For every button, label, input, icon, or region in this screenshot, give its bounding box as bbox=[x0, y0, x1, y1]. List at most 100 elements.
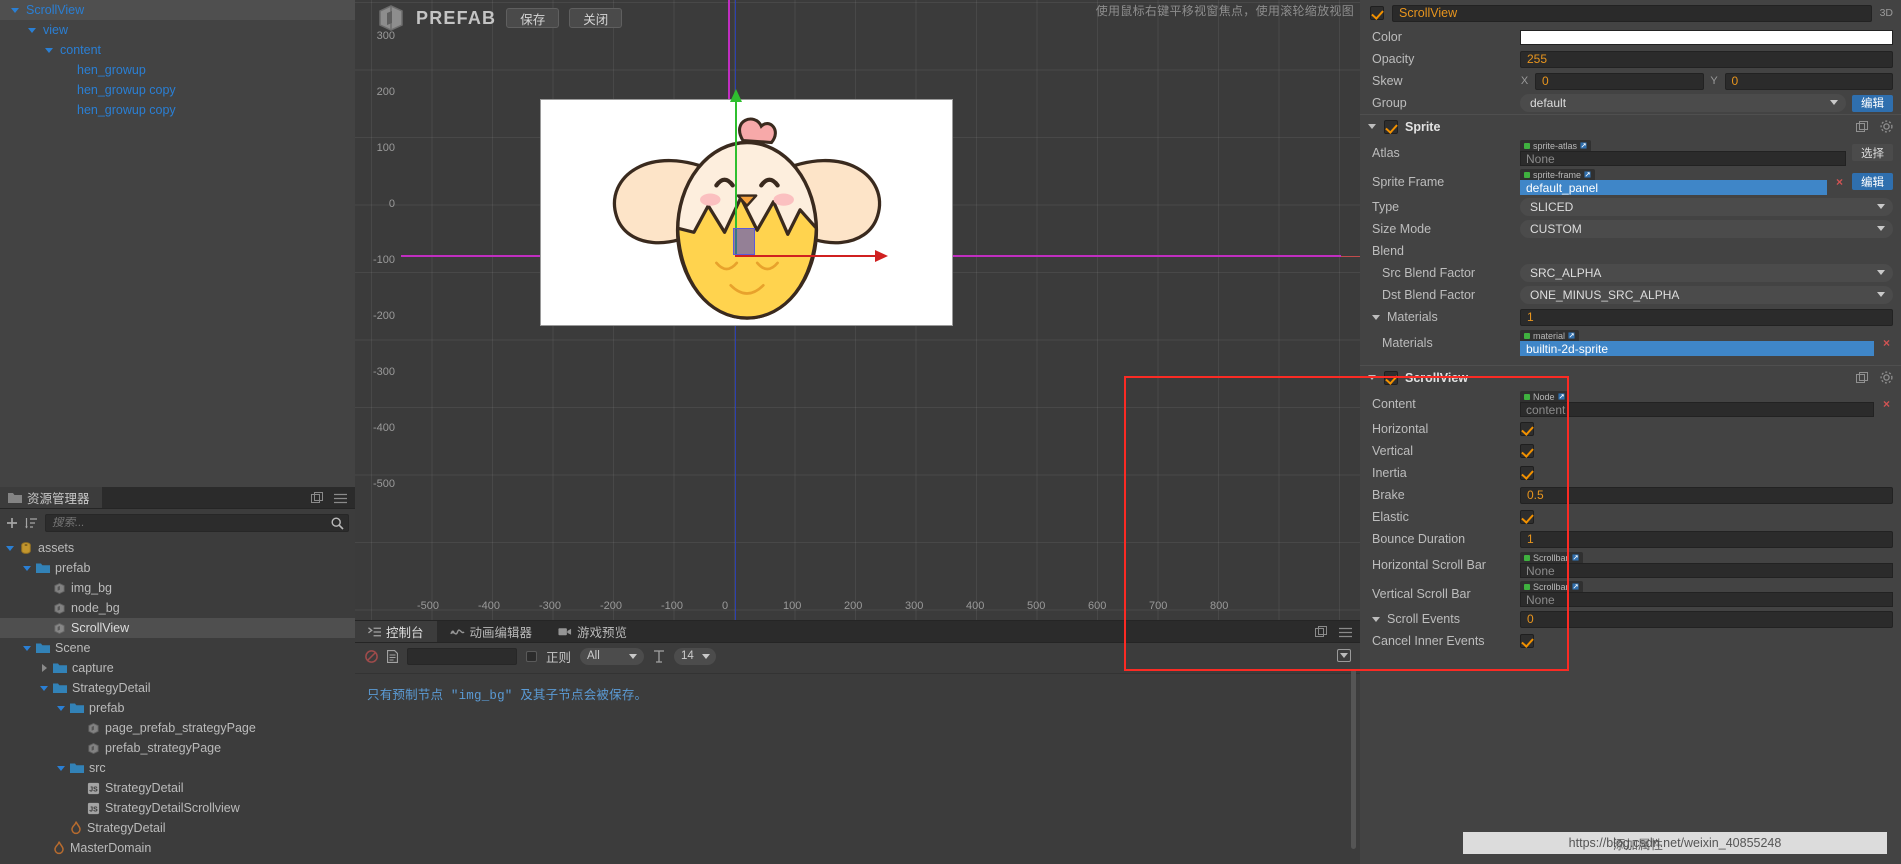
gizmo-x-arrow[interactable] bbox=[735, 250, 888, 262]
number-field[interactable]: 1 bbox=[1520, 530, 1893, 548]
number-field[interactable]: 0 bbox=[1520, 610, 1893, 628]
materials-asset-chip[interactable]: material builtin-2d-sprite bbox=[1520, 330, 1874, 356]
y-number-field[interactable]: 0 bbox=[1724, 72, 1893, 90]
menu-icon[interactable] bbox=[334, 493, 347, 504]
dropdown-select[interactable]: CUSTOM bbox=[1520, 220, 1893, 238]
asset-chip-value-field[interactable]: None bbox=[1520, 151, 1846, 166]
console-filter-input[interactable] bbox=[407, 647, 517, 665]
gear-icon[interactable] bbox=[1880, 371, 1893, 384]
asset-tree-item[interactable]: JS StrategyDetailScrollview bbox=[0, 798, 355, 818]
sort-icon[interactable] bbox=[25, 517, 38, 529]
node-enabled-checkbox[interactable] bbox=[1370, 6, 1384, 20]
asset-action-button[interactable]: 编辑 bbox=[1852, 173, 1893, 190]
asset-tree-item[interactable]: StrategyDetail bbox=[0, 818, 355, 838]
chevron-down-icon[interactable] bbox=[44, 45, 55, 56]
dropdown-select[interactable]: SRC_ALPHA bbox=[1520, 264, 1893, 282]
asset-chip-value-field[interactable]: None bbox=[1520, 592, 1893, 607]
asset-tree-item[interactable]: prefab bbox=[0, 698, 355, 718]
console-collapse-button[interactable] bbox=[1337, 649, 1351, 662]
asset-tree-item[interactable]: src bbox=[0, 758, 355, 778]
chevron-down-icon[interactable] bbox=[1372, 615, 1381, 624]
external-link-icon[interactable] bbox=[1584, 170, 1591, 180]
asset-tree-item[interactable]: page_prefab_strategyPage bbox=[0, 718, 355, 738]
x-number-field[interactable]: 0 bbox=[1535, 72, 1704, 90]
number-field[interactable]: 255 bbox=[1520, 50, 1893, 68]
external-link-icon[interactable] bbox=[1571, 553, 1579, 563]
chevron-down-icon[interactable] bbox=[1372, 313, 1381, 322]
asset-tree-item[interactable]: prefab bbox=[0, 558, 355, 578]
asset-chip-value-field[interactable]: default_panel bbox=[1520, 180, 1827, 195]
asset-chip[interactable]: Scrollbar None bbox=[1520, 581, 1893, 607]
copy-icon[interactable] bbox=[1856, 120, 1868, 133]
popout-icon[interactable] bbox=[1315, 626, 1327, 638]
gizmo-xy-plane[interactable] bbox=[733, 228, 755, 255]
property-checkbox[interactable] bbox=[1520, 510, 1534, 524]
asset-search-input[interactable] bbox=[46, 516, 348, 529]
font-size-dropdown[interactable]: 14 bbox=[674, 647, 717, 665]
close-prefab-button[interactable]: 关闭 bbox=[569, 8, 623, 28]
clear-asset-button[interactable]: × bbox=[1833, 175, 1846, 189]
asset-chip-value-field[interactable]: content bbox=[1520, 402, 1874, 417]
scene-view[interactable]: 300 200 100 0 -100 -200 -300 -400 -500 -500 -400-… bbox=[355, 0, 1360, 620]
console-tab[interactable]: 游戏预览 bbox=[545, 621, 640, 642]
sprite-section-header[interactable]: Sprite bbox=[1360, 114, 1901, 138]
clear-console-icon[interactable] bbox=[365, 649, 378, 663]
chevron-down-icon[interactable] bbox=[1368, 373, 1377, 382]
number-field[interactable]: 0.5 bbox=[1520, 486, 1893, 504]
node-tree-item[interactable]: hen_growup copy bbox=[0, 80, 355, 100]
console-scrollbar[interactable] bbox=[1351, 669, 1356, 849]
asset-chip-value-field[interactable]: None bbox=[1520, 563, 1893, 578]
asset-tree-item[interactable]: PageAndScroll bbox=[0, 858, 355, 860]
asset-chip[interactable]: sprite-frame default_panel bbox=[1520, 169, 1827, 195]
external-link-icon[interactable] bbox=[1571, 582, 1579, 592]
popout-icon[interactable] bbox=[311, 492, 323, 504]
node-name-field[interactable]: ScrollView bbox=[1392, 4, 1872, 22]
asset-tree-item[interactable]: MasterDomain bbox=[0, 838, 355, 858]
external-link-icon[interactable] bbox=[1568, 331, 1575, 341]
asset-tree-item[interactable]: assets bbox=[0, 538, 355, 558]
property-checkbox[interactable] bbox=[1520, 422, 1534, 436]
chevron-down-icon[interactable] bbox=[56, 703, 67, 714]
console-tab[interactable]: 动画编辑器 bbox=[437, 621, 546, 642]
chevron-down-icon[interactable] bbox=[10, 5, 21, 16]
chevron-down-icon[interactable] bbox=[39, 683, 50, 694]
menu-icon[interactable] bbox=[1339, 627, 1352, 638]
asset-chip[interactable]: Node content bbox=[1520, 391, 1874, 417]
asset-tree-item[interactable]: node_bg bbox=[0, 598, 355, 618]
clear-materials-button[interactable]: × bbox=[1880, 336, 1893, 350]
scrollview-section-header[interactable]: ScrollView bbox=[1360, 365, 1901, 389]
asset-tree-item[interactable]: ScrollView bbox=[0, 618, 355, 638]
clear-asset-button[interactable]: × bbox=[1880, 397, 1893, 411]
console-tab[interactable]: 控制台 bbox=[355, 621, 437, 642]
property-checkbox[interactable] bbox=[1520, 634, 1534, 648]
scrollview-enabled-checkbox[interactable] bbox=[1384, 370, 1398, 385]
asset-tree-item[interactable]: img_bg bbox=[0, 578, 355, 598]
chevron-down-icon[interactable] bbox=[27, 25, 38, 36]
dropdown-select[interactable]: ONE_MINUS_SRC_ALPHA bbox=[1520, 286, 1893, 304]
asset-tree-item[interactable]: capture bbox=[0, 658, 355, 678]
external-link-icon[interactable] bbox=[1580, 141, 1587, 151]
asset-search-box[interactable] bbox=[45, 513, 349, 532]
add-asset-icon[interactable] bbox=[6, 517, 18, 529]
asset-chip[interactable]: Scrollbar None bbox=[1520, 552, 1893, 578]
log-level-dropdown[interactable]: All bbox=[580, 647, 645, 665]
edit-button[interactable]: 编辑 bbox=[1852, 94, 1893, 112]
materials-group-row[interactable]: Materials 1 bbox=[1360, 306, 1901, 328]
asset-tree[interactable]: assets prefab img_bg node_bg ScrollView Scene… bbox=[0, 536, 355, 860]
materials-value-field[interactable]: builtin-2d-sprite bbox=[1520, 341, 1874, 356]
node-tree-item[interactable]: ScrollView bbox=[0, 0, 355, 20]
copy-icon[interactable] bbox=[1856, 371, 1868, 384]
gear-icon[interactable] bbox=[1880, 120, 1893, 133]
external-link-icon[interactable] bbox=[1557, 392, 1565, 402]
chevron-down-icon[interactable] bbox=[22, 643, 33, 654]
color-swatch[interactable] bbox=[1520, 29, 1893, 45]
node-tree-item[interactable]: hen_growup copy bbox=[0, 100, 355, 120]
save-prefab-button[interactable]: 保存 bbox=[506, 8, 560, 28]
chevron-right-icon[interactable] bbox=[39, 663, 50, 674]
tab-asset-manager[interactable]: 资源管理器 bbox=[0, 487, 102, 508]
asset-tree-item[interactable]: StrategyDetail bbox=[0, 678, 355, 698]
node-tree-item[interactable]: content bbox=[0, 40, 355, 60]
regex-checkbox[interactable] bbox=[526, 650, 537, 662]
dropdown-select[interactable]: default bbox=[1520, 94, 1846, 112]
chevron-down-icon[interactable] bbox=[1368, 122, 1377, 131]
